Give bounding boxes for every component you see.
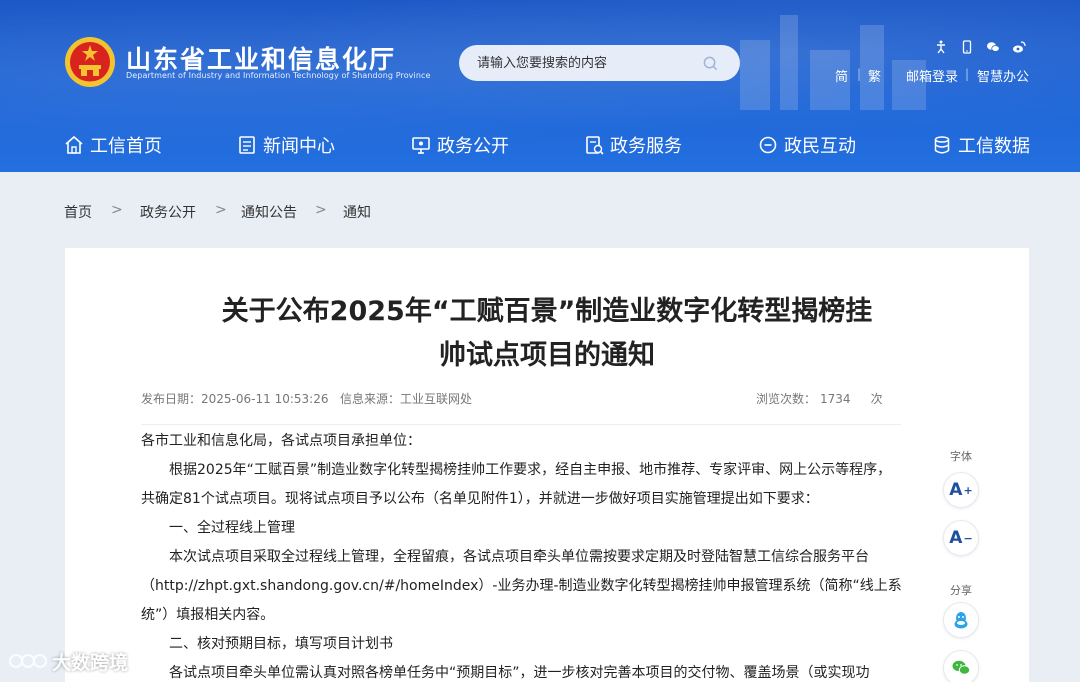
simplified-chinese-link[interactable]: 简 bbox=[835, 66, 848, 85]
divider: | bbox=[965, 67, 970, 81]
qq-icon bbox=[954, 612, 968, 629]
mobile-icon[interactable] bbox=[960, 39, 974, 54]
publish-date: 发布日期：2025-06-11 10:53:26 bbox=[141, 390, 328, 407]
article-paragraph: 各市工业和信息化局，各试点项目承担单位： bbox=[141, 433, 421, 449]
home-icon bbox=[65, 135, 83, 154]
breadcrumb-home[interactable]: 首页 bbox=[64, 202, 92, 222]
font-increase-sign: + bbox=[963, 483, 973, 497]
share-wechat-button[interactable] bbox=[943, 650, 979, 682]
article-paragraph: 根据2025年“工赋百景”制造业数字化转型揭榜挂帅工作要求，经自主申报、地市推荐… bbox=[141, 462, 892, 507]
font-decrease-letter: A bbox=[949, 528, 963, 548]
views-label: 浏览次数： bbox=[756, 392, 817, 406]
nav-label: 政务服务 bbox=[610, 136, 682, 157]
section-heading: 二、核对预期目标，填写项目计划书 bbox=[169, 636, 393, 652]
site-subtitle: Department of Industry and Information T… bbox=[126, 71, 431, 80]
database-icon bbox=[934, 136, 950, 154]
breadcrumb-notices[interactable]: 通知公告 bbox=[241, 202, 297, 222]
search-icon[interactable] bbox=[703, 56, 718, 71]
news-icon bbox=[239, 136, 255, 154]
smart-office-link[interactable]: 智慧办公 bbox=[977, 66, 1029, 85]
article-paragraph: 各试点项目牵头单位需认真对照各榜单任务中“预期目标”，进一步核对完善本项目的交付… bbox=[169, 665, 870, 681]
nav-item-home[interactable]: 工信首页 bbox=[64, 127, 162, 163]
article-card: 关于公布2025年“工赋百景”制造业数字化转型揭榜挂 帅试点项目的通知 发布日期… bbox=[65, 248, 1029, 682]
breadcrumb-gov-affairs[interactable]: 政务公开 bbox=[140, 202, 196, 222]
views-value: 1734 bbox=[820, 392, 851, 406]
font-increase-letter: A bbox=[949, 480, 963, 500]
nav-item-interaction[interactable]: 政民互动 bbox=[758, 127, 856, 163]
share-qq-button[interactable] bbox=[943, 602, 979, 638]
watermark-text: 大数跨境 bbox=[52, 651, 129, 674]
wechat-share-icon bbox=[952, 660, 971, 675]
nav-label: 新闻中心 bbox=[263, 136, 335, 157]
mail-login-link[interactable]: 邮箱登录 bbox=[906, 66, 958, 85]
article-title-line: 关于公布2025年“工赋百景”制造业数字化转型揭榜挂 bbox=[221, 296, 873, 327]
national-emblem-icon bbox=[65, 37, 115, 87]
monitor-icon bbox=[412, 137, 430, 154]
font-decrease-sign: − bbox=[963, 531, 973, 545]
font-decrease-button[interactable]: A − bbox=[943, 520, 979, 556]
nav-label: 工信首页 bbox=[90, 136, 162, 157]
breadcrumb-current[interactable]: 通知 bbox=[343, 202, 371, 222]
publish-date-value: 2025-06-11 10:53:26 bbox=[201, 392, 329, 406]
article-paragraph: 本次试点项目采取全过程线上管理，全程留痕，各试点项目牵头单位需按要求定期及时登陆… bbox=[141, 549, 902, 623]
nav-label: 政务公开 bbox=[437, 136, 509, 157]
info-source: 信息来源：工业互联网处 bbox=[340, 390, 472, 407]
source-label: 信息来源： bbox=[340, 392, 401, 406]
weibo-icon[interactable] bbox=[1012, 39, 1026, 53]
views-unit: 次 bbox=[870, 392, 883, 406]
building-decoration bbox=[720, 0, 940, 110]
nav-label: 政民互动 bbox=[784, 136, 856, 157]
divider bbox=[141, 424, 901, 425]
divider: | bbox=[857, 67, 862, 81]
search-input[interactable] bbox=[477, 53, 697, 73]
article-title-line: 帅试点项目的通知 bbox=[439, 340, 655, 371]
main-nav: 工信首页 新闻中心 政务公开 政务服务 政民互动 工信数据 bbox=[0, 127, 1080, 163]
service-icon bbox=[586, 136, 604, 155]
search-box bbox=[459, 45, 740, 81]
chat-icon bbox=[759, 136, 777, 154]
nav-item-gov-service[interactable]: 政务服务 bbox=[584, 127, 682, 163]
breadcrumb-separator: > bbox=[111, 202, 123, 218]
watermark: 大数跨境 bbox=[8, 648, 128, 674]
site-header: 山东省工业和信息化厅 Department of Industry and In… bbox=[0, 0, 1080, 172]
view-count: 浏览次数： 1734 次 bbox=[756, 390, 883, 407]
font-increase-button[interactable]: A + bbox=[943, 472, 979, 508]
section-heading: 一、全过程线上管理 bbox=[169, 520, 295, 536]
access-icon-group bbox=[932, 39, 1032, 54]
breadcrumb-separator: > bbox=[315, 202, 327, 218]
source-value: 工业互联网处 bbox=[400, 392, 473, 406]
share-label: 分享 bbox=[950, 584, 972, 597]
article-title: 关于公布2025年“工赋百景”制造业数字化转型揭榜挂 帅试点项目的通知 bbox=[65, 290, 1029, 378]
font-size-label: 字体 bbox=[950, 450, 972, 463]
nav-item-gov-affairs[interactable]: 政务公开 bbox=[411, 127, 509, 163]
accessibility-icon[interactable] bbox=[934, 39, 948, 54]
nav-label: 工信数据 bbox=[958, 136, 1030, 157]
nav-item-news[interactable]: 新闻中心 bbox=[237, 127, 335, 163]
watermark-logo-icon bbox=[9, 654, 47, 668]
breadcrumb-separator: > bbox=[215, 202, 227, 218]
nav-item-data[interactable]: 工信数据 bbox=[932, 127, 1030, 163]
publish-date-label: 发布日期： bbox=[141, 392, 202, 406]
traditional-chinese-link[interactable]: 繁 bbox=[868, 66, 881, 85]
wechat-icon[interactable] bbox=[986, 39, 1000, 53]
